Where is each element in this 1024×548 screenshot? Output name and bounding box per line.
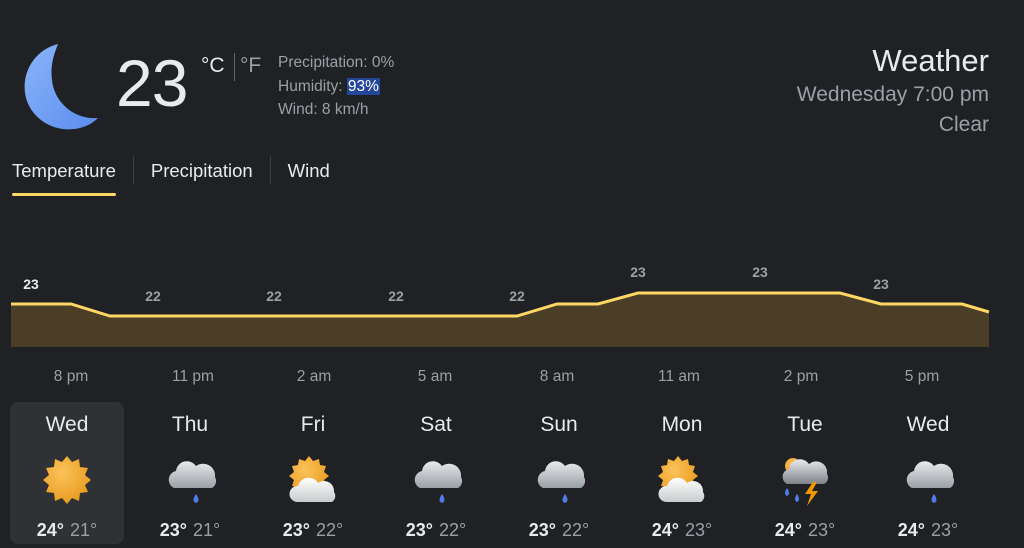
tab-temperature[interactable]: Temperature bbox=[12, 156, 116, 196]
chart-data-label: 23 bbox=[752, 264, 768, 280]
day-low-temp: 21° bbox=[70, 520, 98, 540]
day-temperatures: 24° 23° bbox=[625, 520, 739, 541]
chart-data-label: 22 bbox=[388, 288, 404, 304]
moon-icon bbox=[24, 44, 98, 130]
day-temperatures: 23° 21° bbox=[133, 520, 247, 541]
day-high-temp: 24° bbox=[651, 520, 679, 540]
weather-details: Precipitation: 0% Humidity: 93% Wind: 8 … bbox=[278, 51, 394, 122]
chart-x-tick-label: 2 am bbox=[297, 368, 331, 385]
day-card[interactable]: Tue 24° 23° bbox=[748, 402, 862, 544]
chart-data-label: 22 bbox=[509, 288, 525, 304]
chart-data-label: 23 bbox=[873, 276, 889, 292]
day-low-temp: 23° bbox=[808, 520, 836, 540]
day-card[interactable]: Fri 23° 22° bbox=[256, 402, 370, 544]
day-temperatures: 24° 23° bbox=[748, 520, 862, 541]
day-name: Thu bbox=[171, 413, 209, 436]
chart-x-tick-label: 5 am bbox=[418, 368, 452, 385]
rain-cloud-icon bbox=[160, 450, 220, 510]
day-high-temp: 23° bbox=[528, 520, 556, 540]
day-name: Wed bbox=[45, 413, 89, 436]
day-low-temp: 21° bbox=[193, 520, 221, 540]
chart-data-label: 22 bbox=[266, 288, 282, 304]
chart-tabs: Temperature Precipitation Wind bbox=[12, 156, 330, 196]
day-name: Sun bbox=[540, 413, 578, 436]
day-name: Wed bbox=[906, 413, 950, 436]
day-low-temp: 23° bbox=[931, 520, 959, 540]
celsius-toggle[interactable]: °C bbox=[201, 54, 225, 78]
chart-data-label: 22 bbox=[145, 288, 161, 304]
chart-x-tick-label: 2 pm bbox=[784, 368, 818, 385]
day-card[interactable]: Sun 23° 22° bbox=[502, 402, 616, 544]
day-name: Mon bbox=[661, 413, 703, 436]
tab-divider bbox=[269, 156, 271, 184]
rain-cloud-icon bbox=[898, 450, 958, 510]
humidity-value: 93% bbox=[346, 77, 380, 95]
day-low-temp: 22° bbox=[316, 520, 344, 540]
day-card[interactable]: Wed 24° 23° bbox=[871, 402, 985, 544]
chart-x-tick-label: 11 am bbox=[658, 368, 700, 385]
day-high-temp: 23° bbox=[159, 520, 187, 540]
wind-text: Wind: 8 km/h bbox=[278, 101, 369, 118]
chart-x-tick-label: 5 pm bbox=[905, 368, 939, 385]
day-card[interactable]: Mon 24° 23° bbox=[625, 402, 739, 544]
fahrenheit-toggle[interactable]: °F bbox=[240, 54, 261, 78]
day-name: Fri bbox=[300, 413, 326, 436]
day-low-temp: 22° bbox=[439, 520, 467, 540]
day-temperatures: 24° 21° bbox=[10, 520, 124, 541]
day-temperatures: 23° 22° bbox=[379, 520, 493, 541]
day-name: Tue bbox=[787, 413, 823, 436]
current-datetime: Wednesday 7:00 pm bbox=[796, 83, 989, 106]
partly-cloudy-icon bbox=[283, 450, 343, 510]
weather-header: Weather Wednesday 7:00 pm Clear bbox=[797, 42, 989, 140]
page-title: Weather bbox=[872, 43, 989, 78]
humidity-label: Humidity: bbox=[278, 77, 347, 95]
rain-cloud-icon bbox=[529, 450, 589, 510]
sun-icon bbox=[37, 450, 97, 510]
tab-wind[interactable]: Wind bbox=[288, 156, 330, 196]
chart-x-tick-label: 11 pm bbox=[172, 368, 214, 385]
day-high-temp: 24° bbox=[36, 520, 64, 540]
day-temperatures: 23° 22° bbox=[256, 520, 370, 541]
precipitation-text: Precipitation: 0% bbox=[278, 54, 395, 71]
day-card[interactable]: Thu 23° 21° bbox=[133, 402, 247, 544]
tab-precipitation[interactable]: Precipitation bbox=[151, 156, 253, 196]
day-high-temp: 24° bbox=[774, 520, 802, 540]
unit-divider bbox=[234, 53, 235, 81]
day-high-temp: 23° bbox=[282, 520, 310, 540]
chart-x-tick-label: 8 pm bbox=[54, 368, 88, 385]
day-card[interactable]: Wed 24° 21° bbox=[10, 402, 124, 544]
day-low-temp: 23° bbox=[685, 520, 713, 540]
thunderstorm-icon bbox=[775, 450, 835, 510]
current-condition: Clear bbox=[938, 113, 989, 136]
temperature-chart: 23 22 22 22 22 23 23 23 8 pm 11 pm 2 am 5 am 8 am 11 … bbox=[11, 264, 990, 385]
rain-cloud-icon bbox=[406, 450, 466, 510]
chart-data-label: 23 bbox=[23, 276, 39, 292]
current-temperature: 23 bbox=[116, 46, 188, 120]
day-temperatures: 23° 22° bbox=[502, 520, 616, 541]
day-high-temp: 23° bbox=[405, 520, 433, 540]
daily-forecast: Wed 24° 21° Thu 23° 21° Fri 23° 22° Sat 23° 22°… bbox=[10, 402, 994, 544]
day-low-temp: 22° bbox=[562, 520, 590, 540]
partly-cloudy-icon bbox=[652, 450, 712, 510]
chart-data-label: 23 bbox=[630, 264, 646, 280]
chart-x-tick-label: 8 am bbox=[540, 368, 574, 385]
day-card[interactable]: Sat 23° 22° bbox=[379, 402, 493, 544]
day-name: Sat bbox=[420, 413, 452, 436]
day-temperatures: 24° 23° bbox=[871, 520, 985, 541]
day-high-temp: 24° bbox=[897, 520, 925, 540]
tab-divider bbox=[132, 156, 134, 184]
